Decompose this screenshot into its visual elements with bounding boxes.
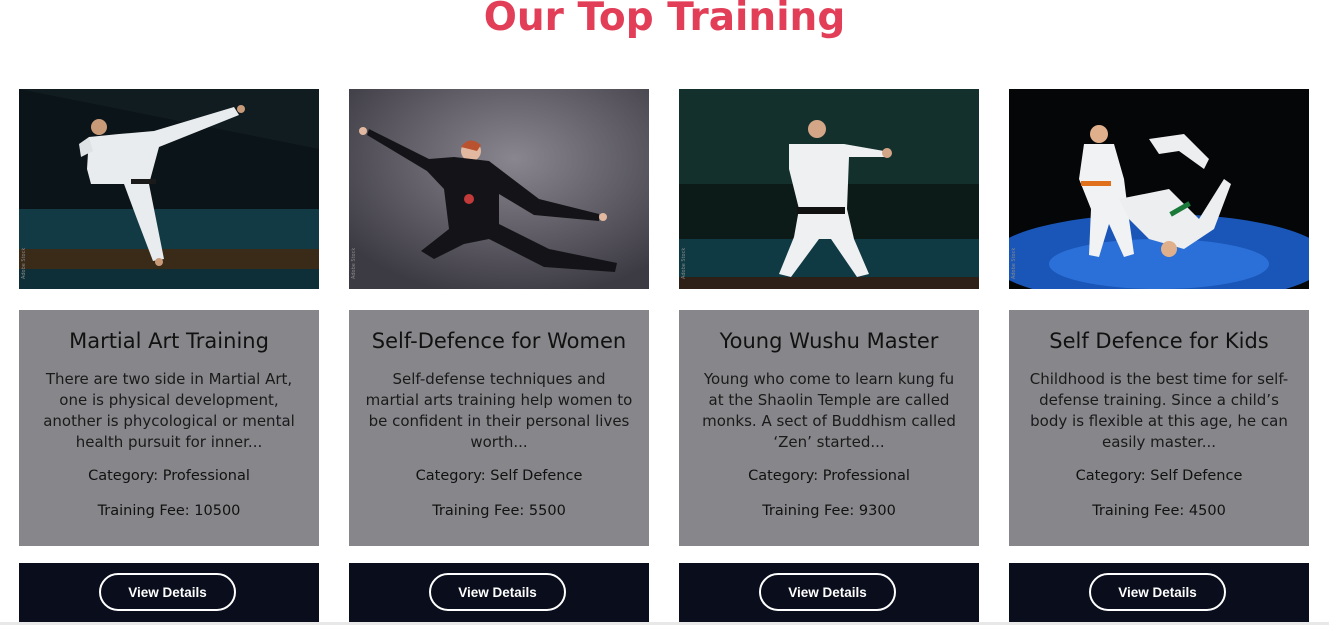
card-title: Martial Art Training (69, 329, 269, 353)
view-details-button[interactable]: View Details (1089, 573, 1226, 611)
card-footer: View Details (679, 563, 979, 625)
card-footer: View Details (19, 563, 319, 625)
card-body: Young Wushu Master Young who come to lea… (679, 310, 979, 546)
card-fee: Training Fee: 9300 (762, 503, 896, 519)
karate-punch-photo: Adobe Stock (679, 89, 979, 289)
card-description: There are two side in Martial Art, one i… (43, 370, 295, 451)
card-title: Self-Defence for Women (371, 329, 627, 353)
card-title: Self Defence for Kids (1049, 329, 1269, 353)
card-body: Martial Art Training There are two side … (19, 310, 319, 546)
card-description: Childhood is the best time for self-defe… (1029, 370, 1289, 451)
view-details-button[interactable]: View Details (99, 573, 236, 611)
kids-judo-throw-photo: Adobe Stock (1009, 89, 1309, 289)
training-card: Adobe Stock Martial Art Training There a… (19, 89, 319, 625)
card-body: Self-Defence for Women Self-defense tech… (349, 310, 649, 546)
card-category: Category: Self Defence (415, 468, 583, 484)
card-description: Self-defense techniques and martial arts… (365, 370, 633, 451)
card-category: Category: Self Defence (1075, 468, 1243, 484)
card-title: Young Wushu Master (719, 329, 939, 353)
card-fee: Training Fee: 10500 (97, 503, 241, 519)
page-title: Our Top Training (483, 0, 846, 40)
card-body: Self Defence for Kids Childhood is the b… (1009, 310, 1309, 546)
card-category: Category: Professional (88, 468, 250, 484)
training-card: Adobe Stock Young Wushu Master Young who… (679, 89, 979, 625)
karate-kick-photo: Adobe Stock (19, 89, 319, 289)
view-details-button[interactable]: View Details (429, 573, 566, 611)
svg-text:Adobe Stock: Adobe Stock (1011, 248, 1017, 279)
view-details-button[interactable]: View Details (759, 573, 896, 611)
training-card: Adobe Stock Self-Defence for Women Self-… (349, 89, 649, 625)
svg-text:Adobe Stock: Adobe Stock (351, 248, 357, 279)
card-description: Young who come to learn kung fu at the S… (702, 370, 956, 451)
card-footer: View Details (1009, 563, 1309, 625)
kungfu-stance-photo: Adobe Stock (349, 89, 649, 289)
svg-text:Adobe Stock: Adobe Stock (681, 248, 687, 279)
card-fee: Training Fee: 5500 (432, 503, 566, 519)
card-fee: Training Fee: 4500 (1092, 503, 1226, 519)
card-footer: View Details (349, 563, 649, 625)
training-card: Adobe Stock Self Defence for Kids Childh… (1009, 89, 1309, 625)
card-category: Category: Professional (748, 468, 910, 484)
svg-text:Adobe Stock: Adobe Stock (21, 248, 27, 279)
